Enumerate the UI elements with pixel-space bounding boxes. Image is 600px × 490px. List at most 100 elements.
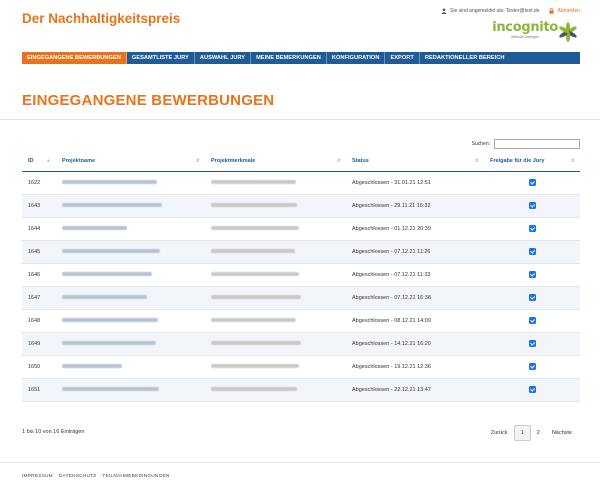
jury-release-checkbox[interactable] — [528, 271, 536, 278]
cell-id: 1650 — [22, 355, 56, 379]
prev-page-button[interactable]: Zurück — [485, 426, 514, 440]
cell-freigabe — [484, 378, 580, 402]
column-header-projektname[interactable]: Projektname ⇵ — [56, 152, 205, 172]
jury-release-checkbox[interactable] — [528, 179, 536, 186]
cell-id: 1649 — [22, 332, 56, 356]
column-header-id[interactable]: ID ▲ — [22, 152, 56, 172]
cell-projektmerkmale — [205, 332, 346, 356]
cell-projektname[interactable] — [56, 309, 205, 333]
project-name-link[interactable] — [62, 226, 127, 231]
page-button-1[interactable]: 1 — [513, 425, 531, 441]
cell-projektname[interactable] — [56, 240, 205, 264]
nav-item-eingegangene-bewerbungen[interactable]: EINGEGANGENE BEWERBUNGEN — [22, 52, 127, 64]
cell-status: Abgeschlossen - 07.12.21 11:26 — [346, 240, 484, 264]
cell-status: Abgeschlossen - 07.12.21 11:33 — [346, 263, 484, 287]
cell-projektname[interactable] — [56, 378, 205, 402]
table-row: 1646 Abgeschlossen - 07.12.21 11:33 — [22, 263, 580, 287]
table-row: 1648 Abgeschlossen - 08.12.21 14:09 — [22, 309, 580, 333]
search-label: Suchen: — [471, 141, 490, 147]
nav-item-konfiguration[interactable]: KONFIGURATION — [327, 52, 386, 64]
footer-link-teilnahmebedingungen[interactable]: TEILNAHMEBEDINGUNGEN — [102, 474, 169, 479]
sort-icon: ⇵ — [474, 158, 479, 164]
cell-freigabe — [484, 332, 580, 356]
nav-item-gesamtliste-jury[interactable]: GESAMTLISTE JURY — [127, 52, 195, 64]
main-nav: EINGEGANGENE BEWERBUNGEN GESAMTLISTE JUR… — [22, 52, 580, 64]
jury-release-checkbox[interactable] — [528, 225, 536, 232]
cell-id: 1644 — [22, 217, 56, 241]
cell-projektname[interactable] — [56, 286, 205, 310]
cell-status: Abgeschlossen - 01.12.21 20:39 — [346, 217, 484, 241]
cell-projektname[interactable] — [56, 194, 205, 218]
logo-wordmark: incognito — [492, 20, 558, 35]
brand-logo: incognito Website Anzeigen — [492, 20, 578, 42]
cell-freigabe — [484, 309, 580, 333]
table-row: 1649 Abgeschlossen - 14.12.21 16:20 — [22, 332, 580, 356]
sort-icon: ⇵ — [570, 158, 575, 164]
page-button-2[interactable]: 2 — [531, 426, 546, 440]
cell-freigabe — [484, 240, 580, 264]
page-title: EINGEGANGENE BEWERBUNGEN — [22, 92, 275, 109]
jury-release-checkbox[interactable] — [528, 248, 536, 255]
cell-projektname[interactable] — [56, 217, 205, 241]
nav-item-meine-bemerkungen[interactable]: MEINE BEMERKUNGEN — [251, 52, 327, 64]
table-header-row: ID ▲ Projektname ⇵ Projektmerkmale ⇵ Status… — [22, 152, 580, 172]
project-name-link[interactable] — [62, 364, 122, 369]
cell-projektmerkmale — [205, 263, 346, 287]
app-title: Der Nachhaltigkeitspreis — [22, 11, 181, 26]
footer-link-datenschutz[interactable]: DATENSCHUTZ — [59, 474, 97, 479]
cell-status: Abgeschlossen - 31.01.21 12:51 — [346, 171, 484, 195]
cell-freigabe — [484, 194, 580, 218]
project-name-link[interactable] — [62, 295, 147, 300]
table-info: 1 bis 10 von 16 Einträgen — [22, 429, 85, 435]
column-header-freigabe[interactable]: Freigabe für die Jury ⇵ — [484, 152, 580, 172]
logout-link[interactable]: Abmelden — [549, 8, 580, 14]
cell-status: Abgeschlossen - 29.11.21 16:32 — [346, 194, 484, 218]
search-input[interactable] — [494, 139, 580, 149]
applications-table: ID ▲ Projektname ⇵ Projektmerkmale ⇵ Status… — [22, 152, 580, 402]
project-name-link[interactable] — [62, 249, 160, 254]
cell-status: Abgeschlossen - 07.12.21 16:38 — [346, 286, 484, 310]
footer-divider — [0, 462, 600, 463]
table-row: 1647 Abgeschlossen - 07.12.21 16:38 — [22, 286, 580, 310]
cell-projektname[interactable] — [56, 355, 205, 379]
logout-label: Abmelden — [557, 8, 580, 14]
jury-release-checkbox[interactable] — [528, 340, 536, 347]
cell-projektname[interactable] — [56, 263, 205, 287]
cell-projektmerkmale — [205, 309, 346, 333]
column-header-projektmerkmale[interactable]: Projektmerkmale ⇵ — [205, 152, 346, 172]
cell-id: 1645 — [22, 240, 56, 264]
cell-status: Abgeschlossen - 14.12.21 16:20 — [346, 332, 484, 356]
cell-id: 1646 — [22, 263, 56, 287]
cell-projektmerkmale — [205, 171, 346, 195]
sort-icon: ⇵ — [195, 158, 200, 164]
project-name-link[interactable] — [62, 341, 156, 346]
jury-release-checkbox[interactable] — [528, 317, 536, 324]
jury-release-checkbox[interactable] — [528, 202, 536, 209]
cell-projektname[interactable] — [56, 332, 205, 356]
jury-release-checkbox[interactable] — [528, 294, 536, 301]
project-name-link[interactable] — [62, 180, 157, 185]
cell-freigabe — [484, 263, 580, 287]
cell-id: 1651 — [22, 378, 56, 402]
nav-item-export[interactable]: EXPORT — [385, 52, 420, 64]
project-name-link[interactable] — [62, 387, 159, 392]
nav-item-auswahl-jury[interactable]: AUSWAHL JURY — [195, 52, 252, 64]
table-row: 1645 Abgeschlossen - 07.12.21 11:26 — [22, 240, 580, 264]
flower-icon — [559, 22, 577, 42]
cell-freigabe — [484, 355, 580, 379]
cell-projektname[interactable] — [56, 171, 205, 195]
cell-status: Abgeschlossen - 22.12.21 13:47 — [346, 378, 484, 402]
footer-link-impressum[interactable]: IMPRESSUM — [22, 474, 53, 479]
cell-projektmerkmale — [205, 355, 346, 379]
table-row: 1650 Abgeschlossen - 19.12.21 12:36 — [22, 355, 580, 379]
nav-item-redaktioneller-bereich[interactable]: REDAKTIONELLER BEREICH — [420, 52, 510, 64]
next-page-button[interactable]: Nächste — [546, 426, 578, 440]
project-name-link[interactable] — [62, 203, 162, 208]
project-name-link[interactable] — [62, 318, 158, 323]
jury-release-checkbox[interactable] — [528, 386, 536, 393]
cell-status: Abgeschlossen - 08.12.21 14:09 — [346, 309, 484, 333]
sort-asc-icon: ▲ — [46, 158, 51, 164]
jury-release-checkbox[interactable] — [528, 363, 536, 370]
column-header-status[interactable]: Status ⇵ — [346, 152, 484, 172]
project-name-link[interactable] — [62, 272, 152, 277]
